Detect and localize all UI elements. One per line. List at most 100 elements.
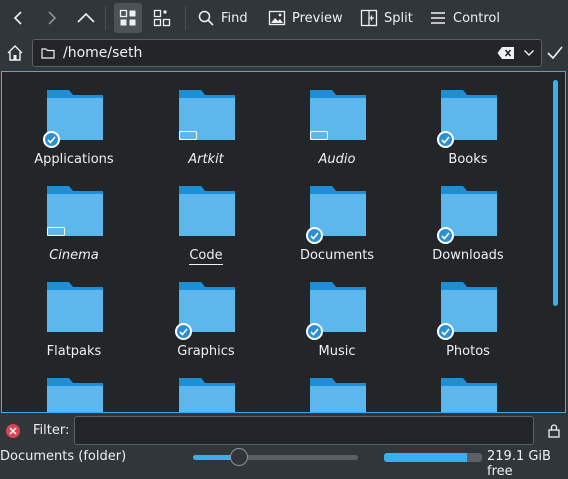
folder-item[interactable] <box>282 376 392 412</box>
folder-item[interactable]: Photos <box>413 280 523 372</box>
free-space-text: 219.1 GiB free <box>487 449 551 479</box>
folder-name-text: Music <box>318 344 356 359</box>
folder-item[interactable]: Books <box>413 88 523 180</box>
folder-name: Music <box>282 344 392 359</box>
lock-icon[interactable] <box>547 423 561 439</box>
toolbar-separator <box>105 6 106 30</box>
folder-icon <box>177 88 237 142</box>
clear-text-icon[interactable] <box>497 46 515 60</box>
folder-name-text: Photos <box>446 344 490 359</box>
filter-label: Filter: <box>33 423 70 438</box>
folder-icon <box>45 280 105 334</box>
folder-item[interactable]: Artkit <box>151 88 261 180</box>
folder-name: Applications <box>19 152 129 167</box>
folder-item[interactable]: Code <box>151 184 261 276</box>
folder-icon <box>41 48 55 59</box>
folder-name: Flatpaks <box>19 344 129 359</box>
grid-view-icon <box>119 9 136 26</box>
folder-icon <box>308 376 368 412</box>
control-label: Control <box>453 10 500 26</box>
folder-item[interactable] <box>413 376 523 412</box>
home-button[interactable] <box>4 41 26 65</box>
toolbar: Find Preview Split Control <box>0 0 568 36</box>
location-bar: /home/seth <box>0 37 568 69</box>
symlink-icon <box>47 227 65 236</box>
scrollbar[interactable] <box>553 80 558 306</box>
close-icon <box>9 427 17 435</box>
split-view-icon <box>360 9 378 27</box>
folder-icon <box>45 184 105 238</box>
status-text: Documents (folder) <box>0 449 127 464</box>
synced-check-icon <box>175 323 192 340</box>
synced-check-icon <box>43 131 60 148</box>
folder-icon <box>437 280 499 340</box>
folder-item[interactable]: Applications <box>19 88 129 180</box>
filter-input[interactable] <box>74 416 534 445</box>
folder-name-text: Documents <box>299 248 375 263</box>
synced-check-icon <box>437 227 454 244</box>
search-icon <box>198 10 214 26</box>
file-view[interactable]: Applications Artkit Audio Books Cinema Code Do… <box>1 71 566 413</box>
folder-name-text: Applications <box>34 152 114 167</box>
symlink-icon <box>310 131 328 140</box>
find-button[interactable]: Find <box>197 3 248 33</box>
folder-name: Graphics <box>151 344 261 359</box>
location-input[interactable]: /home/seth <box>32 39 542 67</box>
folder-name: Code <box>151 248 261 265</box>
zoom-slider-handle[interactable] <box>230 448 249 466</box>
disk-space-fill <box>384 453 468 462</box>
synced-check-icon <box>306 323 323 340</box>
folder-name: Audio <box>282 152 392 167</box>
up-button[interactable] <box>75 3 97 33</box>
synced-check-icon <box>437 323 454 340</box>
image-icon <box>268 10 286 26</box>
symlink-icon <box>179 131 197 140</box>
folder-icon <box>177 376 237 412</box>
folder-icon <box>43 88 105 148</box>
folder-name-text: Books <box>448 152 488 167</box>
forward-button[interactable] <box>42 3 62 33</box>
folder-name-text: Audio <box>318 152 356 167</box>
folder-name: Documents <box>282 248 392 263</box>
folder-name: Downloads <box>413 248 523 263</box>
home-icon <box>7 45 23 61</box>
folder-name-text: Code <box>189 248 223 265</box>
folder-item[interactable] <box>19 376 129 412</box>
folder-item[interactable]: Flatpaks <box>19 280 129 372</box>
back-button[interactable] <box>8 3 28 33</box>
checkmark-icon[interactable] <box>546 45 564 61</box>
disk-space-bar <box>384 453 482 462</box>
folder-item[interactable]: Graphics <box>151 280 261 372</box>
folder-item[interactable]: Music <box>282 280 392 372</box>
chevron-right-icon <box>48 11 57 25</box>
folder-name: Books <box>413 152 523 167</box>
folder-name-text: Graphics <box>177 344 235 359</box>
chevron-down-icon[interactable] <box>523 48 535 58</box>
folder-icon <box>437 184 499 244</box>
zoom-slider-remaining <box>239 455 358 460</box>
compact-view-icon <box>153 9 171 27</box>
folder-item[interactable]: Downloads <box>413 184 523 276</box>
folder-item[interactable]: Audio <box>282 88 392 180</box>
folder-icon <box>175 280 237 340</box>
folder-name-text: Artkit <box>188 152 224 167</box>
folder-item[interactable]: Documents <box>282 184 392 276</box>
folder-item[interactable]: Cinema <box>19 184 129 276</box>
synced-check-icon <box>437 131 454 148</box>
synced-check-icon <box>306 227 323 244</box>
close-filter-button[interactable] <box>6 424 20 438</box>
folder-icon <box>177 184 237 238</box>
folder-icon <box>45 376 105 412</box>
folder-icon <box>439 376 499 412</box>
control-menu-button[interactable]: Control <box>429 3 500 33</box>
preview-button[interactable]: Preview <box>268 3 343 33</box>
split-button[interactable]: Split <box>360 3 413 33</box>
icons-view-button[interactable] <box>114 3 142 33</box>
folder-name: Artkit <box>151 152 261 167</box>
filter-bar: Filter: <box>0 415 568 447</box>
find-label: Find <box>221 10 248 26</box>
chevron-left-icon <box>13 11 22 25</box>
folder-item[interactable] <box>151 376 261 412</box>
compact-view-button[interactable] <box>150 3 174 33</box>
folder-name-text: Cinema <box>49 248 99 263</box>
